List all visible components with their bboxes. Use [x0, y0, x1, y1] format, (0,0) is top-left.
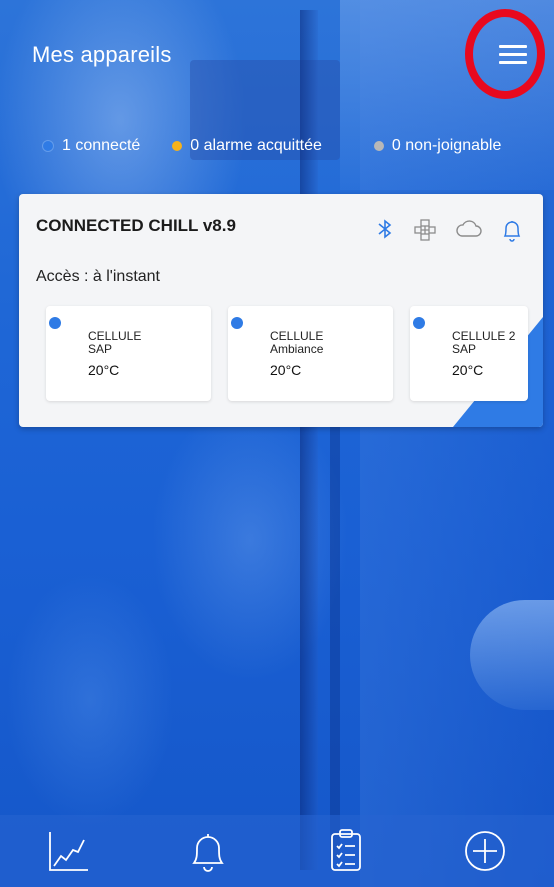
page-title: Mes appareils [32, 42, 172, 67]
device-card[interactable]: CONNECTED CHILL v8.9 Accès: à l'instant… [19, 194, 543, 427]
background-pillar-2 [330, 420, 340, 860]
cell-type: SAP [452, 342, 477, 356]
cell-temperature: 20°C [270, 362, 302, 378]
app-screen: Mes appareils 1 connecté 0 alarme acquit… [0, 0, 554, 887]
status-unreachable: 0 non-joignable [373, 137, 502, 155]
status-connected: 1 connecté [42, 137, 140, 155]
cloud-icon [455, 218, 483, 242]
cell-status-dot [413, 317, 425, 329]
cell-status-dot [49, 317, 61, 329]
bottom-navigation [0, 815, 554, 887]
status-alarm: 0 alarme acquittée [172, 137, 322, 155]
unreachable-dot [373, 141, 384, 151]
device-status-icons [375, 218, 523, 242]
alarm-dot [172, 141, 183, 151]
cell-list: CELLULE SAP 20°C CELLULE Ambiance 20°C C… [46, 306, 528, 401]
nav-history-button[interactable] [39, 821, 99, 881]
bell-icon [191, 834, 224, 872]
cell-name: CELLULE [270, 329, 324, 343]
cell-card[interactable]: CELLULE Ambiance 20°C [228, 306, 393, 401]
network-icon [413, 218, 437, 242]
last-access: Accès : à l'instant [36, 268, 160, 285]
add-circle-icon [464, 831, 505, 871]
status-unreachable-label: 0 non-joignable [391, 137, 502, 154]
cell-temperature: 20°C [88, 362, 120, 378]
hamburger-menu-icon[interactable] [499, 45, 527, 67]
status-connected-label: 1 connecté [62, 137, 141, 154]
nav-alarms-button[interactable] [178, 821, 238, 881]
bluetooth-icon [375, 218, 395, 242]
cell-card[interactable]: CELLULE SAP 20°C [46, 306, 211, 401]
status-alarm-label: 0 alarme acquittée [190, 137, 322, 154]
bell-icon [501, 218, 523, 242]
cell-temperature: 20°C [452, 362, 484, 378]
cell-type: Ambiance [270, 342, 324, 356]
clipboard-checklist-icon [331, 829, 362, 871]
connected-dot [42, 140, 54, 152]
chart-icon [49, 832, 89, 871]
cell-name: CELLULE [88, 329, 142, 343]
device-name: CONNECTED CHILL v8.9 [36, 216, 236, 235]
nav-add-button[interactable] [455, 821, 515, 881]
nav-reports-button[interactable] [316, 821, 376, 881]
cell-name: CELLULE 2 [452, 329, 516, 343]
cell-type: SAP [88, 342, 113, 356]
cell-status-dot [231, 317, 243, 329]
status-summary: 1 connecté 0 alarme acquittée 0 non-joig… [42, 137, 526, 155]
cell-card[interactable]: CELLULE 2 SAP 20°C [410, 306, 528, 401]
